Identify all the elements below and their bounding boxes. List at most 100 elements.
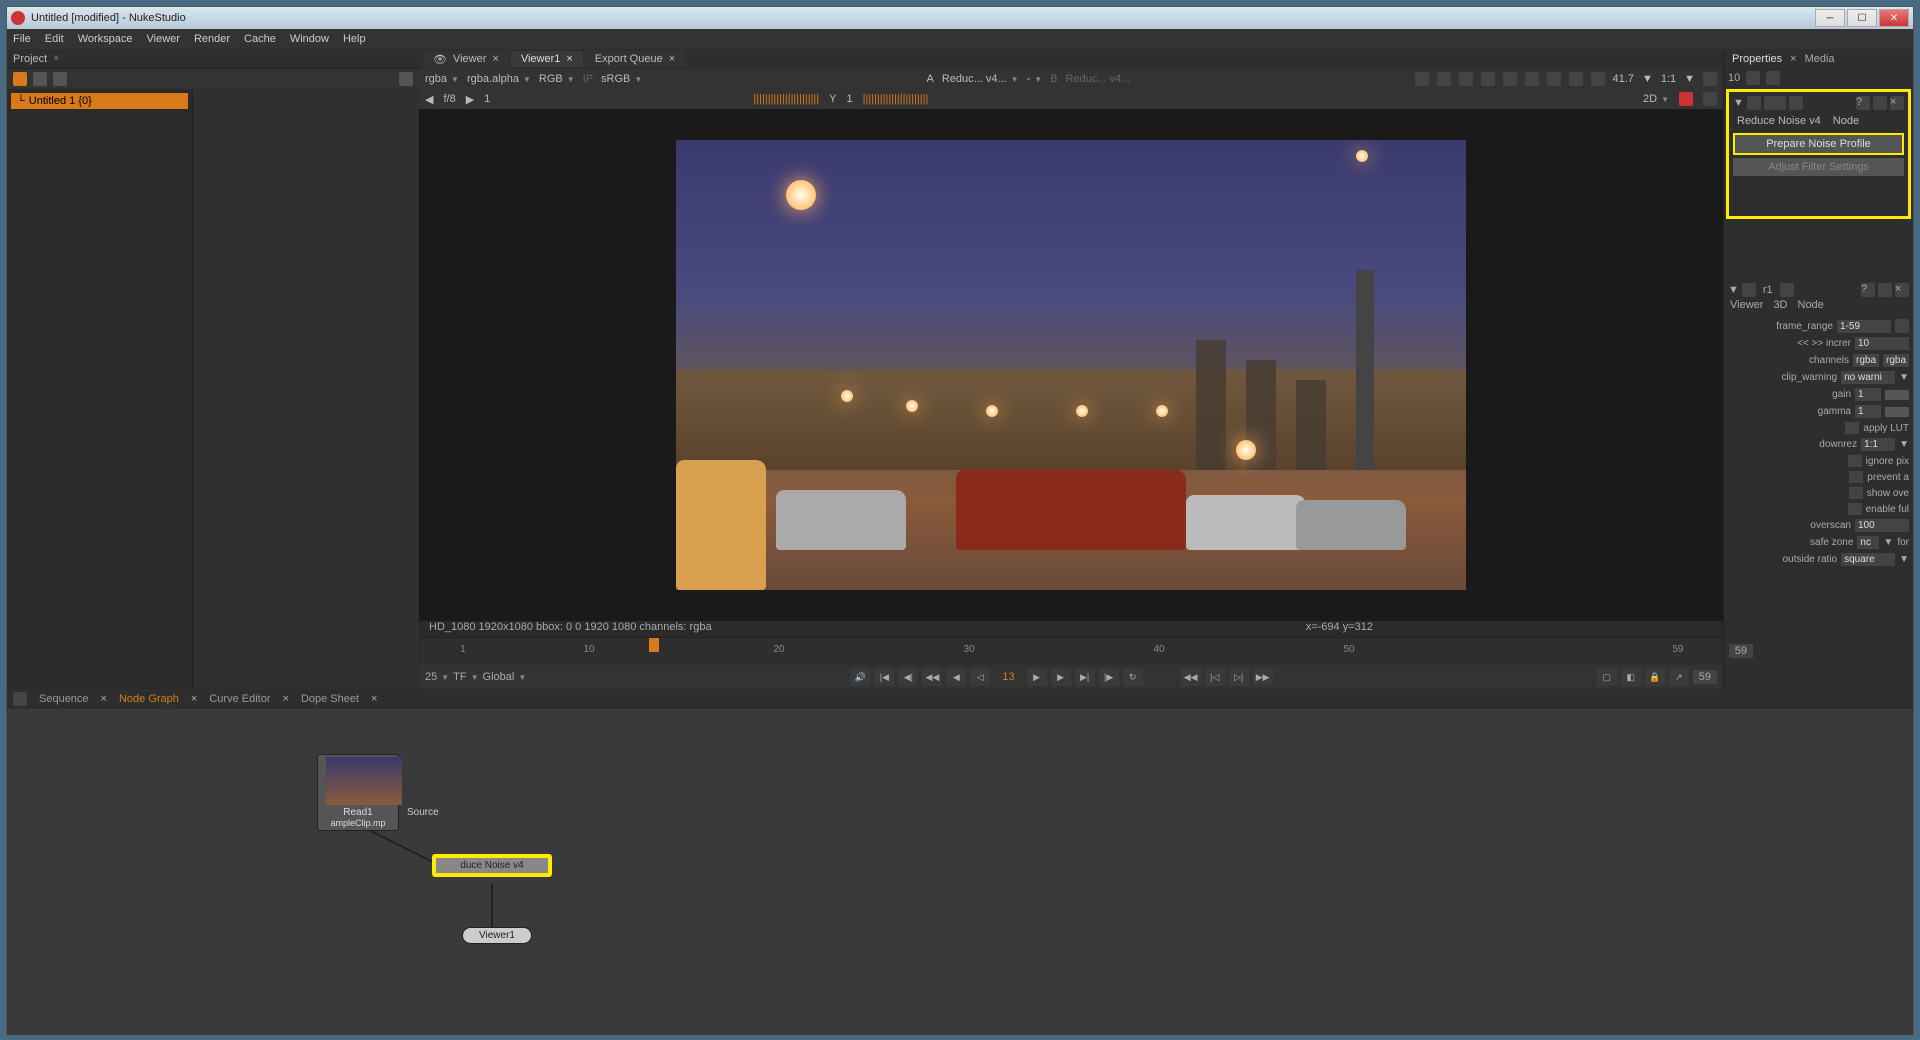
first-frame-button[interactable]: |◀: [874, 668, 894, 686]
lock-all-icon[interactable]: [1746, 71, 1760, 85]
project-item[interactable]: └ Untitled 1 {0}: [11, 93, 188, 109]
pen-icon[interactable]: [1703, 92, 1717, 106]
tab-3d[interactable]: 3D: [1773, 299, 1787, 317]
tf-select[interactable]: TF▼: [453, 671, 478, 683]
adjust-filter-button[interactable]: Adjust Filter Settings: [1733, 158, 1904, 176]
reload-icon[interactable]: [1569, 72, 1583, 86]
channels-alpha[interactable]: rgba.alpha▼: [467, 73, 531, 85]
retime-icon[interactable]: ◧: [1621, 668, 1641, 686]
proxy-icon[interactable]: [1437, 72, 1451, 86]
tab-viewer1[interactable]: Viewer1×: [511, 51, 583, 67]
next-key-button[interactable]: ▶|: [1075, 668, 1095, 686]
fps-select[interactable]: 25▼: [425, 671, 449, 683]
channels-rgba[interactable]: rgba▼: [425, 73, 459, 85]
input-b[interactable]: Reduc... v4...: [1066, 73, 1131, 85]
tab-dope[interactable]: Dope Sheet: [291, 691, 369, 707]
next-button[interactable]: ▶: [1051, 668, 1071, 686]
reduce-noise-node[interactable]: duce Noise v4: [432, 854, 552, 877]
export-icon[interactable]: ↗: [1669, 668, 1689, 686]
zoom-value[interactable]: 41.7: [1613, 73, 1634, 85]
overscan-input[interactable]: 100: [1855, 519, 1909, 532]
monitor-icon[interactable]: ▢: [1597, 668, 1617, 686]
play-back-button[interactable]: ◀: [946, 668, 966, 686]
list-icon[interactable]: [33, 72, 47, 86]
prev-key-button[interactable]: ◀|: [898, 668, 918, 686]
detail-icon[interactable]: [53, 72, 67, 86]
project-bin[interactable]: [192, 89, 419, 689]
minimize-button[interactable]: ─: [1815, 9, 1845, 27]
close-button[interactable]: ✕: [1879, 9, 1909, 27]
lock-icon[interactable]: 🔒: [1645, 668, 1665, 686]
downrez-select[interactable]: 1:1: [1861, 438, 1895, 451]
skip-back-button[interactable]: ◀◀: [1181, 668, 1201, 686]
revert-icon[interactable]: [1873, 96, 1887, 110]
loop-button[interactable]: ↻: [1123, 668, 1143, 686]
clip-icon[interactable]: [1459, 72, 1473, 86]
outside-select[interactable]: square: [1841, 553, 1895, 566]
maximize-button[interactable]: ☐: [1847, 9, 1877, 27]
zoom-ratio[interactable]: 1:1: [1661, 73, 1676, 85]
layout-icon[interactable]: [13, 692, 27, 706]
pause-icon[interactable]: [1591, 72, 1605, 86]
safezone-select[interactable]: nc: [1857, 536, 1879, 549]
menu-cache[interactable]: Cache: [244, 33, 276, 45]
channels2-input[interactable]: rgba: [1883, 354, 1909, 367]
tab-sequence[interactable]: Sequence: [29, 691, 99, 707]
menu-window[interactable]: Window: [290, 33, 329, 45]
viewer-node[interactable]: Viewer1: [462, 927, 532, 944]
tab-properties[interactable]: Properties: [1732, 53, 1782, 65]
menu-edit[interactable]: Edit: [45, 33, 64, 45]
tab-curve[interactable]: Curve Editor: [199, 691, 280, 707]
center-icon[interactable]: [1747, 96, 1761, 110]
overlay-icon[interactable]: [1481, 72, 1495, 86]
edit-icon[interactable]: [1780, 283, 1794, 297]
gamma-input[interactable]: 1: [1855, 405, 1881, 418]
tab-viewer2[interactable]: Viewer: [1730, 299, 1763, 317]
tab-media[interactable]: Media: [1805, 53, 1835, 65]
menu-viewer[interactable]: Viewer: [147, 33, 180, 45]
colorspace[interactable]: sRGB▼: [601, 73, 642, 85]
gain-slider[interactable]: [1885, 390, 1909, 400]
prev-frame-button[interactable]: ◀: [425, 93, 433, 106]
menu-render[interactable]: Render: [194, 33, 230, 45]
record-icon[interactable]: [1679, 92, 1693, 106]
next-frame-button[interactable]: ▶: [466, 93, 474, 106]
tab-reduce-noise[interactable]: Reduce Noise v4: [1737, 115, 1821, 127]
skip-fwd-button[interactable]: ▶▶: [1253, 668, 1273, 686]
gamma-slider[interactable]: [1885, 407, 1909, 417]
input-wipe[interactable]: -▼: [1027, 73, 1043, 85]
fstop[interactable]: f/8: [443, 93, 455, 105]
refresh-icon[interactable]: [1547, 72, 1561, 86]
prepare-profile-button[interactable]: Prepare Noise Profile: [1733, 133, 1904, 155]
chevron-down-icon[interactable]: ▼: [1733, 97, 1744, 109]
menu-workspace[interactable]: Workspace: [78, 33, 133, 45]
gamma-icon[interactable]: [1525, 72, 1539, 86]
project-tree[interactable]: └ Untitled 1 {0}: [7, 89, 192, 689]
increment-input[interactable]: 10: [1855, 337, 1909, 350]
menu-file[interactable]: File: [13, 33, 31, 45]
tab-viewer[interactable]: 👁Viewer×: [423, 51, 509, 68]
read-node[interactable]: Read1 ampleClip.mp: [317, 754, 399, 831]
search-icon[interactable]: [399, 72, 413, 86]
show-checkbox[interactable]: [1849, 487, 1863, 499]
tab-node[interactable]: Node: [1833, 115, 1859, 127]
tab-node2[interactable]: Node: [1798, 299, 1824, 317]
channels-rgb[interactable]: RGB▼: [539, 73, 575, 85]
help-icon[interactable]: ?: [1861, 283, 1875, 297]
tab-export[interactable]: Export Queue×: [585, 51, 685, 67]
input-a[interactable]: Reduc... v4...▼: [942, 73, 1019, 85]
play-button[interactable]: ▶: [1027, 668, 1047, 686]
node-graph[interactable]: Read1 ampleClip.mp Source duce Noise v4 …: [7, 709, 1913, 1035]
help-icon[interactable]: ?: [1856, 96, 1870, 110]
global-select[interactable]: Global▼: [483, 671, 527, 683]
clip-select[interactable]: no warni: [1841, 371, 1895, 384]
prev-button[interactable]: ◁: [970, 668, 990, 686]
channels1-input[interactable]: rgba: [1853, 354, 1879, 367]
close-icon[interactable]: ×: [53, 53, 59, 64]
anim-icon[interactable]: [1895, 319, 1909, 333]
prevent-checkbox[interactable]: [1849, 471, 1863, 483]
chevron-down-icon[interactable]: ▼: [1728, 284, 1739, 296]
menu-help[interactable]: Help: [343, 33, 366, 45]
gain-input[interactable]: 1: [1855, 388, 1881, 401]
close-prop-icon[interactable]: ×: [1890, 96, 1904, 110]
